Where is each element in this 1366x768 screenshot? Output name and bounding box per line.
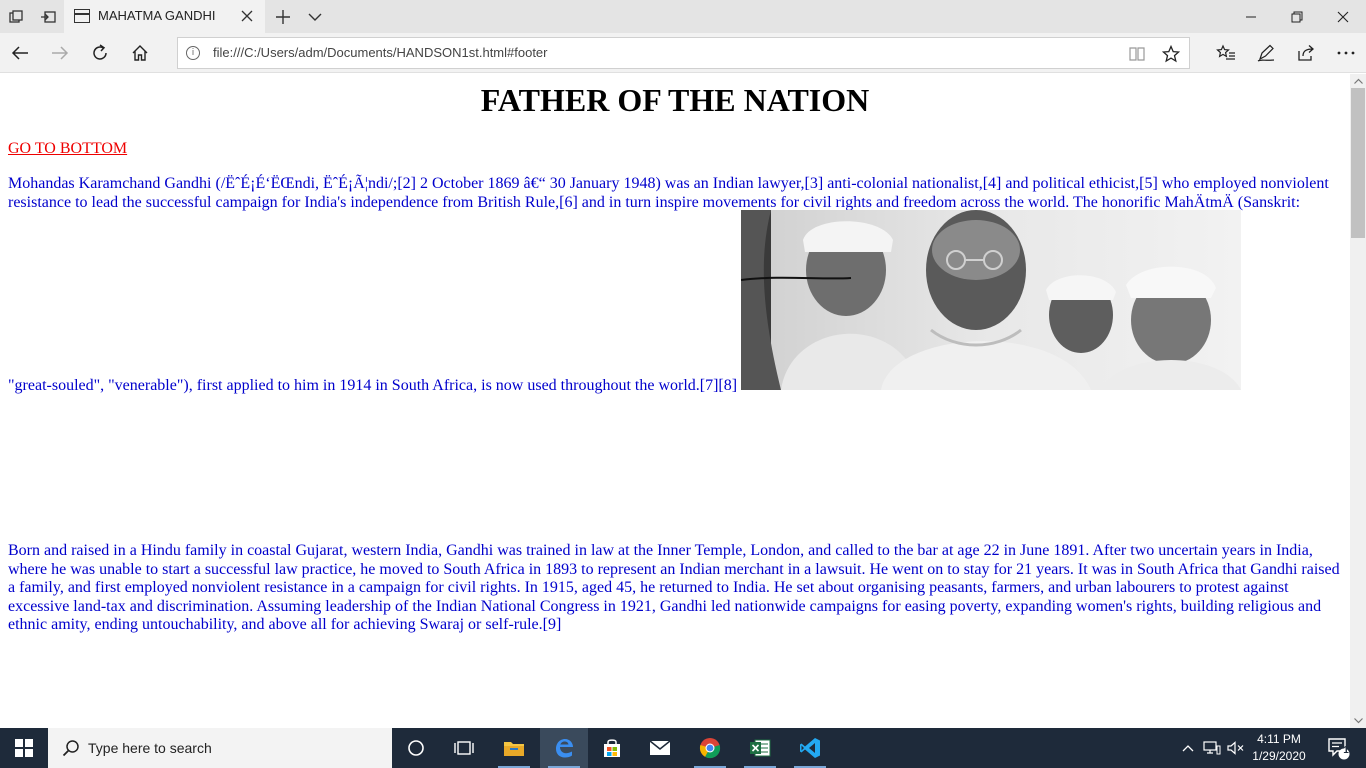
chevron-up-icon[interactable]	[1178, 738, 1198, 758]
minimize-icon[interactable]	[1228, 0, 1274, 33]
clock-time: 4:11 PM	[1257, 732, 1301, 746]
search-icon	[62, 740, 79, 757]
reading-view-icon[interactable]	[1128, 45, 1146, 63]
restore-icon[interactable]	[1274, 0, 1320, 33]
page-viewport: FATHER OF THE NATION GO TO BOTTOM Mohand…	[0, 74, 1350, 728]
forward-arrow-icon[interactable]	[44, 37, 76, 69]
tab-close-icon[interactable]	[238, 7, 256, 25]
favorite-star-icon[interactable]	[1160, 43, 1182, 65]
tabs-aside-icon[interactable]	[0, 0, 32, 33]
volume-muted-icon[interactable]	[1226, 738, 1246, 758]
file-explorer-icon[interactable]	[490, 728, 538, 768]
refresh-icon[interactable]	[84, 37, 116, 69]
web-note-pen-icon[interactable]	[1250, 37, 1282, 69]
action-center-icon[interactable]: 1	[1318, 728, 1358, 768]
page-title: FATHER OF THE NATION	[480, 82, 870, 118]
system-clock[interactable]: 4:11 PM 1/29/2020	[1244, 731, 1314, 765]
clock-date: 1/29/2020	[1252, 749, 1306, 763]
store-icon[interactable]	[588, 728, 636, 768]
chevron-down-icon[interactable]	[302, 4, 328, 30]
vscode-icon[interactable]	[786, 728, 834, 768]
scroll-up-arrow-icon[interactable]	[1350, 74, 1366, 88]
search-placeholder: Type here to search	[88, 740, 212, 756]
windows-start-icon[interactable]	[0, 728, 48, 768]
share-icon[interactable]	[1290, 37, 1322, 69]
go-to-bottom-link[interactable]: GO TO BOTTOM	[8, 140, 127, 158]
browser-tab[interactable]: MAHATMA GANDHI	[64, 0, 265, 33]
gandhi-photo	[741, 210, 1241, 390]
home-icon[interactable]	[124, 37, 156, 69]
more-options-icon[interactable]	[1330, 37, 1362, 69]
windows-taskbar: Type here to search 4:11 PM 1/29/2020 1	[0, 728, 1366, 768]
early-life-paragraph: Born and raised in a Hindu family in coa…	[8, 542, 1340, 633]
intro-paragraph-end: "great-souled", "venerable"), first appl…	[8, 377, 738, 394]
set-tabs-aside-icon[interactable]	[32, 0, 64, 33]
close-window-icon[interactable]	[1320, 0, 1366, 33]
navigation-bar: i file:///C:/Users/adm/Documents/HANDSON…	[0, 33, 1366, 73]
tab-title: MAHATMA GANDHI	[98, 8, 216, 23]
new-tab-icon[interactable]	[270, 4, 296, 30]
taskbar-search-box[interactable]: Type here to search	[48, 728, 392, 768]
page-favicon-icon	[74, 9, 90, 23]
task-view-icon[interactable]	[440, 728, 488, 768]
address-url[interactable]: file:///C:/Users/adm/Documents/HANDSON1s…	[213, 45, 548, 60]
notification-count: 1	[1343, 745, 1349, 756]
intro-paragraph: Mohandas Karamchand Gandhi (/ËˆÉ¡É‘ËŒndi…	[8, 175, 1329, 211]
chrome-icon[interactable]	[686, 728, 734, 768]
cortana-icon[interactable]	[392, 728, 440, 768]
favorites-list-icon[interactable]	[1210, 37, 1242, 69]
scroll-down-arrow-icon[interactable]	[1350, 714, 1366, 728]
mail-icon[interactable]	[636, 728, 684, 768]
scroll-thumb[interactable]	[1351, 88, 1365, 238]
network-icon[interactable]	[1202, 738, 1222, 758]
back-arrow-icon[interactable]	[4, 37, 36, 69]
vertical-scrollbar[interactable]	[1350, 74, 1366, 728]
site-info-icon[interactable]: i	[186, 46, 200, 60]
address-bar[interactable]: i file:///C:/Users/adm/Documents/HANDSON…	[177, 37, 1190, 69]
excel-icon[interactable]	[736, 728, 784, 768]
edge-icon[interactable]	[540, 728, 588, 768]
browser-title-bar: MAHATMA GANDHI	[0, 0, 1366, 33]
